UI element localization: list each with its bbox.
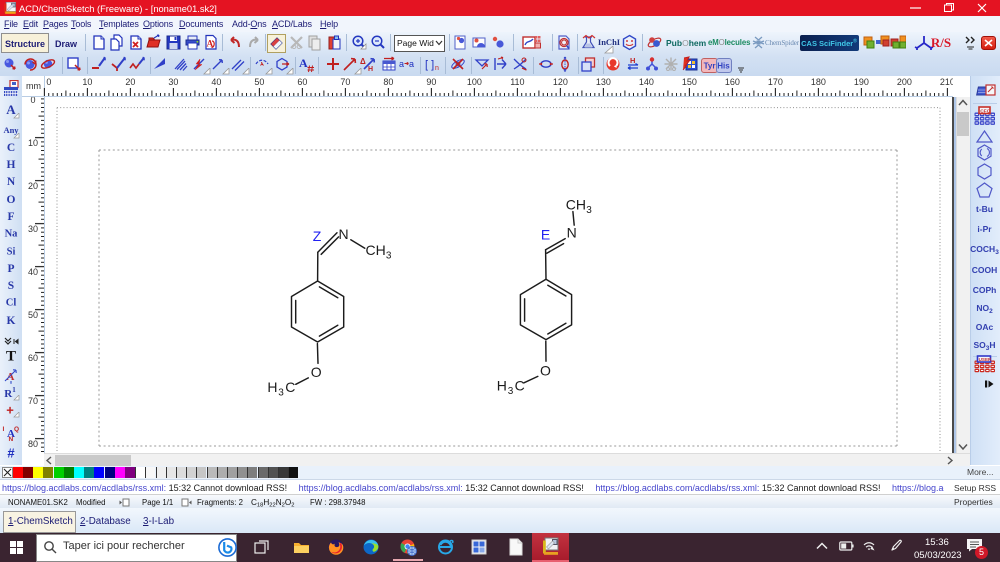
svg-text:3: 3 bbox=[508, 386, 514, 397]
svg-text:E: E bbox=[541, 226, 550, 242]
svg-text:3: 3 bbox=[386, 251, 392, 262]
svg-text:CH: CH bbox=[366, 242, 386, 258]
svg-text:3: 3 bbox=[586, 205, 592, 216]
svg-text:C: C bbox=[515, 377, 525, 393]
svg-text:3: 3 bbox=[278, 387, 284, 398]
svg-text:C: C bbox=[285, 379, 295, 395]
svg-text:Z: Z bbox=[313, 228, 322, 244]
svg-text:H: H bbox=[267, 379, 277, 395]
svg-text:O: O bbox=[540, 362, 551, 378]
svg-text:CH: CH bbox=[566, 196, 586, 212]
svg-text:N: N bbox=[567, 225, 577, 241]
svg-text:H: H bbox=[497, 377, 507, 393]
svg-text:N: N bbox=[338, 226, 348, 242]
svg-text:O: O bbox=[311, 364, 322, 380]
